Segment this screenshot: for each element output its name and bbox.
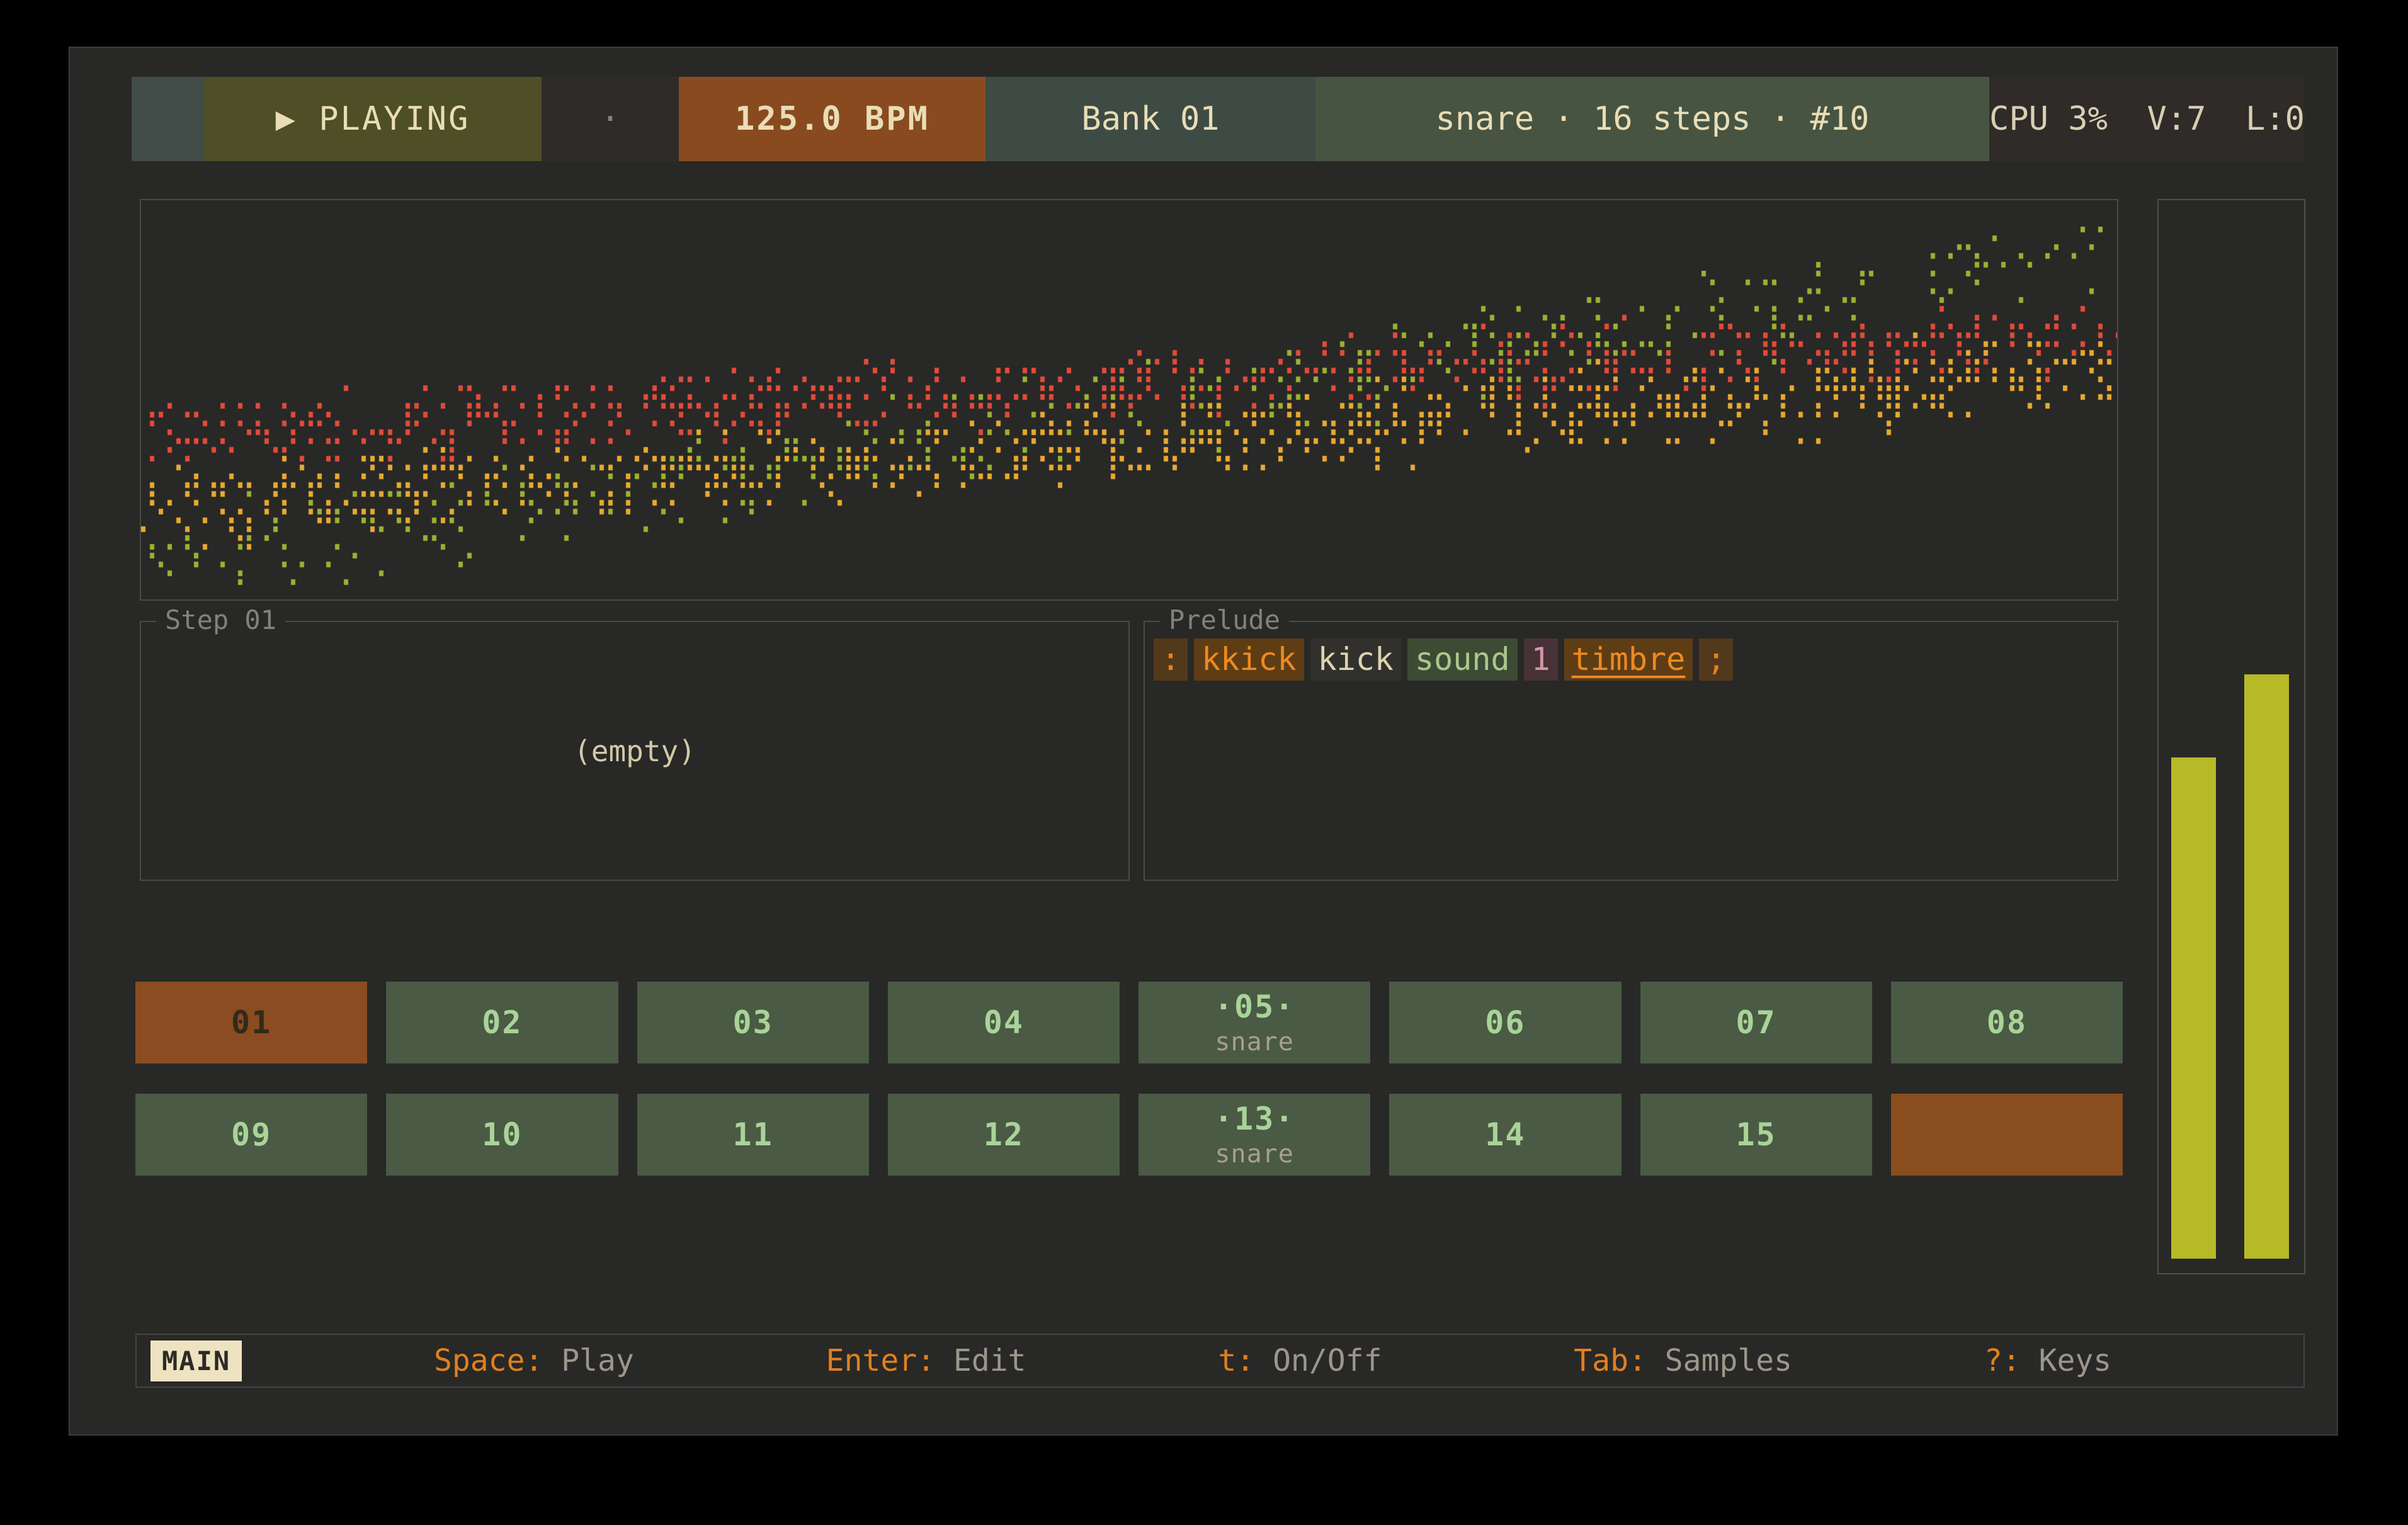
prelude-token[interactable]: sound xyxy=(1407,638,1518,681)
step-button-07[interactable]: 07 xyxy=(1640,982,1872,1063)
shortcut-hints: Space: Play Enter: Edit t: On/Off Tab: Samp… xyxy=(242,1343,2303,1378)
shortcut-label: Play xyxy=(543,1343,634,1378)
shortcut-help: ?: Keys xyxy=(1984,1343,2111,1378)
step-number: 08 xyxy=(1987,1004,2027,1041)
step-button-01[interactable]: 01 xyxy=(135,982,367,1063)
step-button-10[interactable]: 10 xyxy=(386,1094,618,1176)
step-button-15[interactable]: 15 xyxy=(1640,1094,1872,1176)
step-panel-title: Step 01 xyxy=(156,604,285,635)
meter-bar-left xyxy=(2171,757,2216,1259)
step-number: 11 xyxy=(733,1116,773,1153)
step-number: 01 xyxy=(231,1004,271,1041)
step-button-16[interactable] xyxy=(1891,1094,2123,1176)
step-button-12[interactable]: 12 xyxy=(888,1094,1120,1176)
shortcut-key: Enter: xyxy=(826,1343,935,1378)
transport-status[interactable]: ▶ PLAYING xyxy=(204,77,542,161)
system-stats-display: CPU 3% V:7 L:0 xyxy=(1989,77,2305,161)
step-button-02[interactable]: 02 xyxy=(386,982,618,1063)
prelude-code-line: :kkickkicksound1timbre; xyxy=(1154,638,1733,681)
step-sample-label: snare xyxy=(1215,1140,1293,1169)
waveform-canvas xyxy=(141,200,2117,599)
step-number: 06 xyxy=(1485,1004,1525,1041)
prelude-panel-title: Prelude xyxy=(1160,604,1289,635)
step-number: ·05· xyxy=(1214,989,1295,1025)
statusbar-spacer xyxy=(132,77,204,161)
step-button-14[interactable]: 14 xyxy=(1389,1094,1621,1176)
step-button-13[interactable]: ·13· snare xyxy=(1139,1094,1370,1176)
prelude-token[interactable]: ; xyxy=(1699,638,1733,681)
prelude-panel: Prelude :kkickkicksound1timbre; xyxy=(1144,621,2118,881)
statusbar-separator: · xyxy=(542,77,679,161)
step-sample-label: snare xyxy=(1215,1028,1293,1057)
shortcut-label: On/Off xyxy=(1254,1343,1382,1378)
status-bar: ▶ PLAYING · 125.0 BPM Bank 01 snare · 16… xyxy=(132,77,2305,161)
step-grid: 01 02 03 04 ·05· snare 06 07 08 09 10 11 12 ·13· snare… xyxy=(135,982,2123,1176)
shortcut-tab: Tab: Samples xyxy=(1574,1343,1792,1378)
waveform-visualizer-panel xyxy=(140,199,2118,601)
step-button-05[interactable]: ·05· snare xyxy=(1139,982,1370,1063)
shortcut-key: Tab: xyxy=(1574,1343,1647,1378)
shortcut-enter: Enter: Edit xyxy=(826,1343,1026,1378)
prelude-token[interactable]: : xyxy=(1154,638,1188,681)
shortcut-t: t: On/Off xyxy=(1218,1343,1382,1378)
shortcut-label: Samples xyxy=(1647,1343,1792,1378)
mode-badge: MAIN xyxy=(150,1341,242,1381)
prelude-token[interactable]: 1 xyxy=(1524,638,1558,681)
shortcut-key: Space: xyxy=(434,1343,543,1378)
shortcut-key: ?: xyxy=(1984,1343,2021,1378)
shortcut-space: Space: Play xyxy=(434,1343,634,1378)
step-button-11[interactable]: 11 xyxy=(637,1094,869,1176)
step-number: 10 xyxy=(482,1116,522,1153)
step-button-08[interactable]: 08 xyxy=(1891,982,2123,1063)
step-detail-panel: Step 01 (empty) xyxy=(140,621,1130,881)
prelude-token[interactable]: kkick xyxy=(1194,638,1304,681)
step-button-09[interactable]: 09 xyxy=(135,1094,367,1176)
step-number: ·13· xyxy=(1214,1101,1295,1137)
step-number: 15 xyxy=(1736,1116,1776,1153)
footer-bar: MAIN Space: Play Enter: Edit t: On/Off Tab:… xyxy=(135,1334,2305,1388)
step-number: 04 xyxy=(984,1004,1024,1041)
step-number: 02 xyxy=(482,1004,522,1041)
step-number: 03 xyxy=(733,1004,773,1041)
shortcut-label: Keys xyxy=(2021,1343,2112,1378)
step-number: 14 xyxy=(1485,1116,1525,1153)
app-window: ▶ PLAYING · 125.0 BPM Bank 01 snare · 16… xyxy=(69,47,2338,1436)
bpm-display[interactable]: 125.0 BPM xyxy=(679,77,985,161)
bank-display[interactable]: Bank 01 xyxy=(985,77,1315,161)
level-meter-panel xyxy=(2157,199,2305,1274)
step-button-04[interactable]: 04 xyxy=(888,982,1120,1063)
step-number: 12 xyxy=(984,1116,1024,1153)
step-button-03[interactable]: 03 xyxy=(637,982,869,1063)
step-empty-label: (empty) xyxy=(141,734,1128,768)
step-button-06[interactable]: 06 xyxy=(1389,982,1621,1063)
shortcut-key: t: xyxy=(1218,1343,1254,1378)
prelude-token[interactable]: kick xyxy=(1310,638,1401,681)
meter-bar-right xyxy=(2244,674,2289,1259)
step-number: 07 xyxy=(1736,1004,1776,1041)
step-number: 09 xyxy=(231,1116,271,1153)
track-info-display: snare · 16 steps · #10 xyxy=(1315,77,1989,161)
prelude-token[interactable]: timbre xyxy=(1564,638,1693,681)
shortcut-label: Edit xyxy=(935,1343,1026,1378)
